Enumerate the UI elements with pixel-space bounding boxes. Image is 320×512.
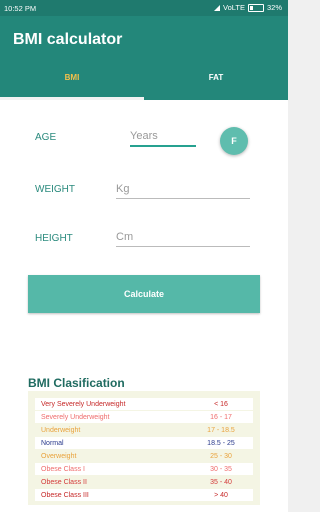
table-row: Obese Class I 30 - 35 — [35, 463, 253, 475]
table-row: Obese Class II 35 - 40 — [35, 476, 253, 488]
tab-bmi[interactable]: BMI — [0, 73, 144, 97]
table-row: Obese Class III > 40 — [35, 489, 253, 501]
row-range: > 40 — [214, 491, 228, 499]
battery-icon — [247, 3, 264, 12]
row-range: 16 - 17 — [210, 413, 232, 421]
row-range: 17 - 18.5 — [207, 426, 235, 434]
status-bar: 10:52 PM VoLTE 32% — [0, 0, 288, 16]
table-row: Normal 18.5 - 25 — [35, 437, 253, 449]
status-time: 10:52 PM — [4, 4, 37, 13]
row-range: 18.5 - 25 — [207, 439, 235, 447]
row-category: Obese Class I — [41, 465, 85, 473]
signal-icon — [214, 4, 221, 11]
calculate-button[interactable]: Calculate — [28, 275, 260, 313]
age-input[interactable]: Years — [130, 130, 196, 147]
status-icons: VoLTE 32% — [214, 3, 282, 12]
row-category: Normal — [41, 439, 64, 447]
height-label: HEIGHT — [35, 233, 73, 244]
row-range: 30 - 35 — [210, 465, 232, 473]
height-input[interactable]: Cm — [116, 231, 250, 247]
weight-label: WEIGHT — [35, 184, 75, 195]
classification-title: BMI Clasification — [28, 376, 125, 390]
row-category: Overweight — [41, 452, 77, 460]
classification-table: Very Severely Underweight < 16 Severely … — [28, 391, 260, 505]
row-category: Underweight — [41, 426, 81, 434]
weight-input[interactable]: Kg — [116, 183, 250, 199]
row-category: Obese Class III — [41, 491, 89, 499]
age-label: AGE — [35, 132, 57, 143]
table-row: Overweight 25 - 30 — [35, 450, 253, 462]
row-range: < 16 — [214, 400, 228, 408]
battery-percent: 32% — [266, 3, 282, 12]
table-row: Underweight 17 - 18.5 — [35, 424, 253, 436]
table-row: Severely Underweight 16 - 17 — [35, 411, 253, 423]
row-range: 35 - 40 — [210, 478, 232, 486]
gender-toggle-button[interactable]: F — [220, 127, 248, 155]
row-category: Very Severely Underweight — [41, 400, 126, 408]
app-title: BMI calculator — [13, 31, 123, 48]
network-label: VoLTE — [223, 3, 245, 12]
row-range: 25 - 30 — [210, 452, 232, 460]
app-bar: BMI calculator BMI FAT — [0, 16, 288, 100]
row-category: Obese Class II — [41, 478, 87, 486]
tab-fat[interactable]: FAT — [144, 73, 288, 97]
row-category: Severely Underweight — [41, 413, 110, 421]
table-row: Very Severely Underweight < 16 — [35, 398, 253, 410]
